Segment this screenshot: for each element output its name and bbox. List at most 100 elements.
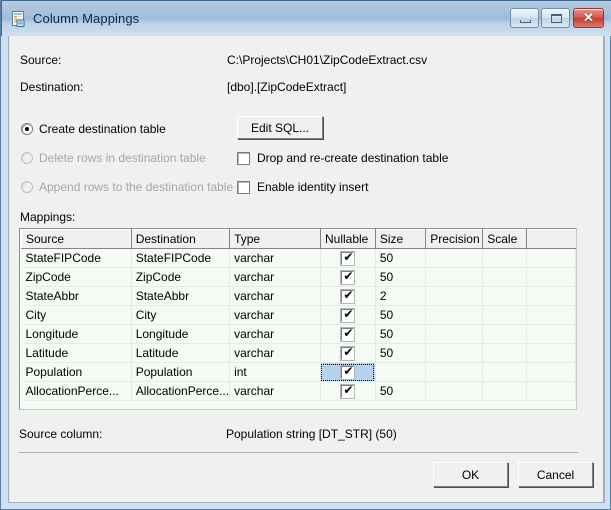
cell-type[interactable]: varchar xyxy=(229,381,321,401)
cell-scale[interactable] xyxy=(482,324,528,344)
mappings-grid[interactable]: Source Destination Type Nullable Size Pr… xyxy=(19,228,577,410)
cell-type[interactable]: varchar xyxy=(229,286,321,306)
nullable-checkbox[interactable]: ✔ xyxy=(340,326,356,342)
cell-spacer[interactable] xyxy=(526,362,576,382)
nullable-checkbox[interactable]: ✔ xyxy=(340,382,356,399)
cell-type[interactable]: varchar xyxy=(229,248,321,268)
table-row[interactable]: AllocationPerce... AllocationPerce... varc… xyxy=(21,381,576,401)
cell-nullable[interactable]: ✔ xyxy=(320,381,376,401)
cell-size[interactable]: 50 xyxy=(375,248,427,268)
check-icon: ✔ xyxy=(343,382,354,397)
cell-destination[interactable]: ZipCode xyxy=(131,267,231,287)
nullable-checkbox[interactable]: ✔ xyxy=(340,288,356,304)
cell-scale[interactable] xyxy=(482,267,528,287)
cell-destination[interactable]: StateFIPCode xyxy=(131,248,231,268)
cell-spacer[interactable] xyxy=(526,381,576,401)
cell-source[interactable]: City xyxy=(21,305,132,325)
cell-destination[interactable]: Latitude xyxy=(131,343,231,363)
nullable-checkbox[interactable]: ✔ xyxy=(340,250,356,266)
column-header-size[interactable]: Size xyxy=(374,229,427,249)
maximize-button[interactable] xyxy=(541,8,570,28)
column-mappings-icon xyxy=(12,11,25,27)
cell-nullable[interactable]: ✔ xyxy=(320,305,376,325)
cell-precision[interactable] xyxy=(425,362,484,382)
radio-indicator xyxy=(21,152,33,164)
cell-spacer[interactable] xyxy=(526,343,576,363)
table-row[interactable]: ZipCode ZipCode varchar ✔ 50 xyxy=(21,267,576,287)
cell-destination[interactable]: AllocationPerce... xyxy=(131,381,231,401)
cell-spacer[interactable] xyxy=(526,248,576,268)
nullable-checkbox[interactable]: ✔ xyxy=(340,307,356,323)
cell-type[interactable]: varchar xyxy=(229,267,321,287)
cell-source[interactable]: ZipCode xyxy=(21,267,132,287)
cell-source[interactable]: AllocationPerce... xyxy=(21,381,132,401)
table-row[interactable]: Latitude Latitude varchar ✔ 50 xyxy=(21,343,576,363)
cell-source[interactable]: Longitude xyxy=(21,324,132,344)
cell-type[interactable]: varchar xyxy=(229,305,321,325)
cell-destination[interactable]: StateAbbr xyxy=(131,286,231,306)
cell-scale[interactable] xyxy=(482,381,528,401)
cancel-button[interactable]: Cancel xyxy=(518,462,593,487)
title-bar[interactable]: Column Mappings ✕ xyxy=(1,0,611,36)
cell-scale[interactable] xyxy=(482,286,528,306)
minimize-button[interactable] xyxy=(510,8,539,28)
cell-nullable[interactable]: ✔ xyxy=(320,248,376,268)
cell-spacer[interactable] xyxy=(526,286,576,306)
cell-scale[interactable] xyxy=(482,362,528,382)
cell-source[interactable]: StateFIPCode xyxy=(21,248,132,268)
close-button[interactable]: ✕ xyxy=(573,8,604,28)
cell-source[interactable]: Latitude xyxy=(21,343,132,363)
cell-precision[interactable] xyxy=(425,286,484,306)
cell-type[interactable]: int xyxy=(229,362,321,382)
nullable-checkbox[interactable]: ✔ xyxy=(340,345,356,361)
cell-precision[interactable] xyxy=(425,381,484,401)
cell-type[interactable]: varchar xyxy=(229,343,321,363)
column-header-type[interactable]: Type xyxy=(229,229,321,249)
cell-size[interactable]: 50 xyxy=(375,381,427,401)
cell-nullable[interactable]: ✔ xyxy=(320,362,376,382)
cell-source[interactable]: Population xyxy=(21,362,132,382)
column-header-destination[interactable]: Destination xyxy=(130,229,231,249)
cell-nullable[interactable]: ✔ xyxy=(320,286,376,306)
nullable-checkbox[interactable]: ✔ xyxy=(340,364,356,380)
ok-button[interactable]: OK xyxy=(433,462,508,487)
cell-destination[interactable]: Longitude xyxy=(131,324,231,344)
table-row[interactable]: Population Population int ✔ xyxy=(21,362,576,382)
cell-scale[interactable] xyxy=(482,343,528,363)
cell-scale[interactable] xyxy=(482,248,528,268)
cell-size[interactable]: 50 xyxy=(375,305,427,325)
cell-precision[interactable] xyxy=(425,305,484,325)
edit-sql-button[interactable]: Edit SQL... xyxy=(237,116,323,139)
cell-size[interactable]: 50 xyxy=(375,343,427,363)
cell-precision[interactable] xyxy=(425,248,484,268)
cell-size[interactable] xyxy=(375,362,427,382)
cell-spacer[interactable] xyxy=(526,324,576,344)
column-header-nullable[interactable]: Nullable xyxy=(319,229,376,249)
radio-label: Append rows to the destination table xyxy=(39,180,234,194)
table-row[interactable]: City City varchar ✔ 50 xyxy=(21,305,576,325)
cell-spacer[interactable] xyxy=(526,305,576,325)
cell-destination[interactable]: City xyxy=(131,305,231,325)
cell-precision[interactable] xyxy=(425,267,484,287)
cell-type[interactable]: varchar xyxy=(229,324,321,344)
cell-size[interactable]: 50 xyxy=(375,324,427,344)
cell-destination[interactable]: Population xyxy=(131,362,231,382)
cell-size[interactable]: 2 xyxy=(375,286,427,306)
cell-spacer[interactable] xyxy=(526,267,576,287)
cell-source[interactable]: StateAbbr xyxy=(21,286,132,306)
cell-nullable[interactable]: ✔ xyxy=(320,343,376,363)
nullable-checkbox[interactable]: ✔ xyxy=(340,269,356,285)
cell-precision[interactable] xyxy=(425,343,484,363)
cell-size[interactable]: 50 xyxy=(375,267,427,287)
cell-nullable[interactable]: ✔ xyxy=(320,324,376,344)
table-row[interactable]: Longitude Longitude varchar ✔ 50 xyxy=(21,324,576,344)
cell-precision[interactable] xyxy=(425,324,484,344)
column-header-source[interactable]: Source xyxy=(21,229,132,249)
table-header-row: Source Destination Type Nullable Size Pr… xyxy=(21,229,576,249)
cell-nullable[interactable]: ✔ xyxy=(320,267,376,287)
column-header-scale[interactable]: Scale xyxy=(482,229,528,249)
table-row[interactable]: StateFIPCode StateFIPCode varchar ✔ 50 xyxy=(21,248,576,268)
column-header-precision[interactable]: Precision xyxy=(425,229,484,249)
cell-scale[interactable] xyxy=(482,305,528,325)
table-row[interactable]: StateAbbr StateAbbr varchar ✔ 2 xyxy=(21,286,576,306)
